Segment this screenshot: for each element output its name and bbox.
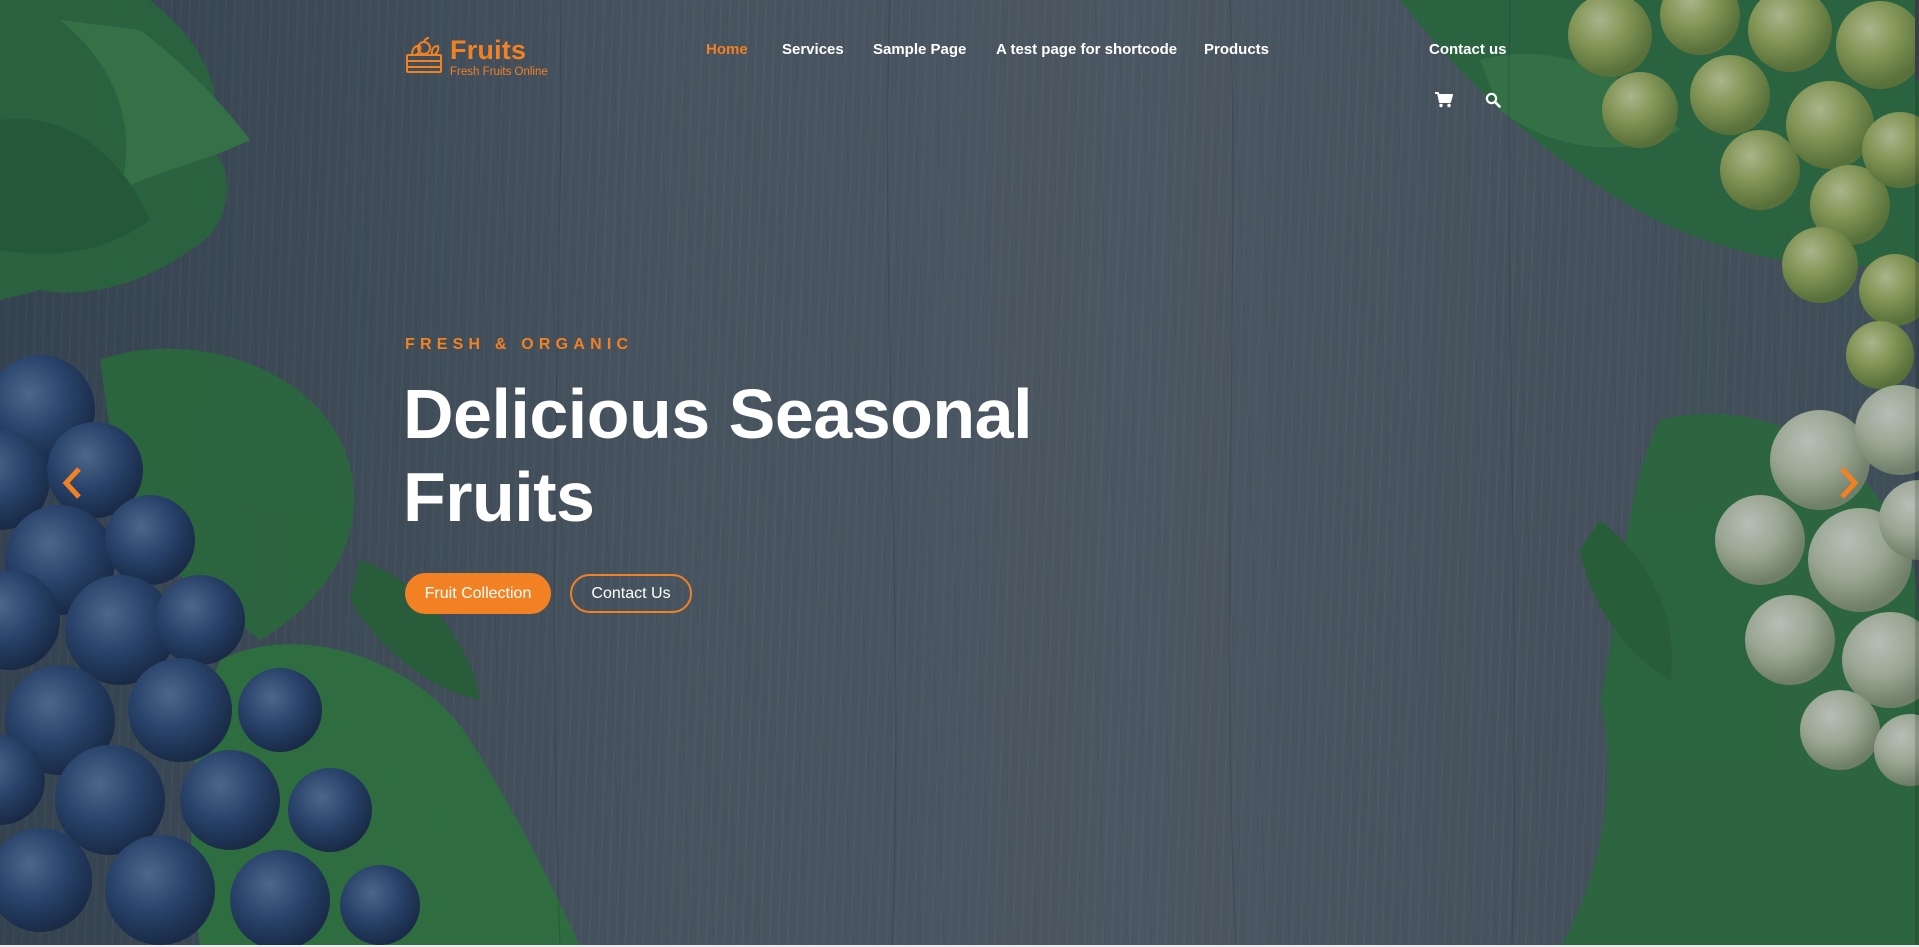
- chevron-left-icon[interactable]: [57, 465, 87, 501]
- nav-services[interactable]: Services: [782, 40, 844, 60]
- nav-contact-us[interactable]: Contact us: [1429, 40, 1507, 60]
- chevron-right-icon[interactable]: [1834, 465, 1864, 501]
- hero-slider: Fruits Fresh Fruits Online Home Services…: [0, 0, 1919, 947]
- fruit-collection-button[interactable]: Fruit Collection: [405, 573, 551, 614]
- hero-headline: Delicious Seasonal Fruits: [403, 373, 1123, 539]
- search-icon[interactable]: [1483, 90, 1503, 110]
- nav-test-page-shortcode[interactable]: A test page for shortcode: [996, 40, 1177, 60]
- hero-headline-line2: Fruits: [403, 458, 595, 536]
- scrollbar-thumb[interactable]: [1915, 0, 1919, 80]
- nav-products[interactable]: Products: [1204, 40, 1269, 60]
- hero-subtitle: FRESH & ORGANIC: [405, 336, 634, 353]
- shopping-cart-icon[interactable]: [1434, 90, 1454, 110]
- page-scrollbar[interactable]: [1915, 0, 1919, 947]
- brand-name: Fruits: [450, 35, 527, 65]
- hero-headline-line1: Delicious Seasonal: [403, 375, 1033, 453]
- brand-tagline: Fresh Fruits Online: [450, 66, 548, 78]
- fruit-crate-icon: [404, 36, 444, 76]
- site-logo[interactable]: Fruits Fresh Fruits Online: [404, 36, 548, 79]
- nav-home[interactable]: Home: [706, 40, 748, 60]
- nav-sample-page[interactable]: Sample Page: [873, 40, 966, 60]
- contact-us-button[interactable]: Contact Us: [570, 574, 692, 613]
